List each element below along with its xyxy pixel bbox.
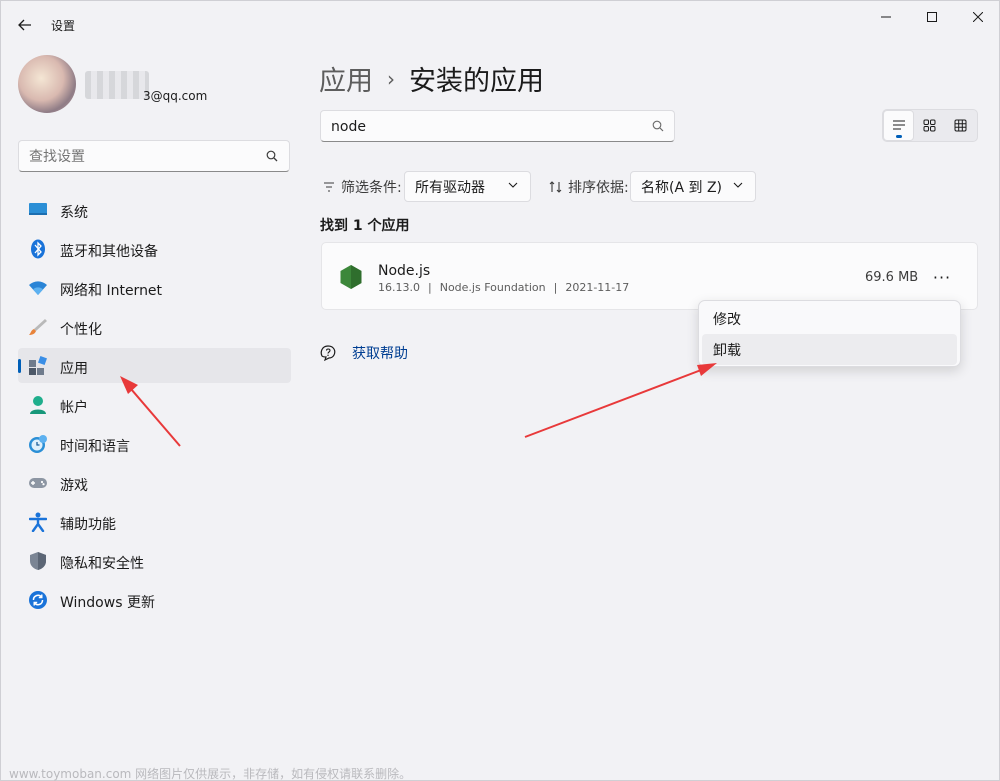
bluetooth-icon xyxy=(28,239,48,259)
chevron-down-icon xyxy=(508,182,518,188)
watermark: www.toymoban.com 网络图片仅供展示，非存储，如有侵权请联系删除。 xyxy=(9,767,412,781)
minimize-icon xyxy=(881,16,891,18)
avatar[interactable] xyxy=(18,55,76,113)
filter-label: 筛选条件: xyxy=(323,177,402,197)
meta-separator: | xyxy=(428,281,432,294)
tile-view-button[interactable] xyxy=(945,110,976,141)
sort-icon xyxy=(549,181,562,193)
app-install-date: 2021-11-17 xyxy=(565,281,630,294)
wifi-icon xyxy=(28,278,48,298)
sidebar-item-system[interactable]: 系统 xyxy=(18,192,291,227)
breadcrumb: 应用 › 安装的应用 xyxy=(319,59,544,98)
menu-item-uninstall[interactable]: 卸载 xyxy=(702,334,957,365)
sidebar-item-label: 隐私和安全性 xyxy=(60,556,144,572)
app-publisher: Node.js Foundation xyxy=(439,281,546,294)
close-icon xyxy=(973,12,983,22)
title-bar: 设置 xyxy=(1,1,999,47)
sidebar-item-apps[interactable]: 应用 xyxy=(18,348,291,383)
sidebar-item-label: 游戏 xyxy=(60,478,88,494)
app-search-box[interactable] xyxy=(320,110,675,142)
sidebar-item-label: 网络和 Internet xyxy=(60,283,163,299)
help-icon xyxy=(320,345,336,362)
shield-icon xyxy=(28,551,48,571)
window-title: 设置 xyxy=(51,19,76,33)
filter-label-text: 筛选条件: xyxy=(341,180,402,196)
settings-search-box[interactable] xyxy=(18,140,290,172)
results-count: 找到 1 个应用 xyxy=(320,218,410,234)
profile-email: 3@qq.com xyxy=(143,89,208,103)
sidebar-item-label: Windows 更新 xyxy=(60,595,155,611)
view-mode-toggle xyxy=(882,109,978,142)
sidebar-item-gaming[interactable]: 游戏 xyxy=(18,465,291,500)
settings-window: 设置 3@qq.com 系统 蓝牙和其他设备 网络和 Internet xyxy=(0,0,1000,781)
sidebar-item-label: 系统 xyxy=(60,205,88,221)
menu-item-modify[interactable]: 修改 xyxy=(702,303,957,334)
sidebar-item-time-language[interactable]: 时间和语言 xyxy=(18,426,291,461)
close-button[interactable] xyxy=(955,5,1000,29)
account-icon xyxy=(28,395,48,415)
sidebar-item-bluetooth[interactable]: 蓝牙和其他设备 xyxy=(18,231,291,266)
brush-icon xyxy=(28,317,48,337)
sort-dropdown[interactable]: 名称(A 到 Z) xyxy=(630,171,756,202)
get-help-link[interactable]: 获取帮助 xyxy=(320,343,408,363)
search-icon xyxy=(266,150,278,162)
sidebar-item-label: 蓝牙和其他设备 xyxy=(60,244,158,260)
sort-label-text: 排序依据: xyxy=(568,180,629,196)
sidebar-item-label: 个性化 xyxy=(60,322,102,338)
back-arrow-icon xyxy=(18,19,31,31)
chevron-down-icon xyxy=(733,182,743,188)
grid-view-icon xyxy=(923,119,936,132)
meta-separator: | xyxy=(553,281,558,294)
maximize-icon xyxy=(927,12,937,22)
sort-dropdown-value: 名称(A 到 Z) xyxy=(641,179,722,196)
list-view-button[interactable] xyxy=(883,110,914,141)
app-size: 69.6 MB xyxy=(865,270,919,285)
get-help-label: 获取帮助 xyxy=(352,346,408,362)
sidebar-item-accounts[interactable]: 帐户 xyxy=(18,387,291,422)
app-context-menu: 修改 卸载 xyxy=(698,300,961,367)
app-search-input[interactable] xyxy=(331,117,631,137)
sidebar-item-personalization[interactable]: 个性化 xyxy=(18,309,291,344)
search-icon xyxy=(652,120,664,132)
app-name: Node.js xyxy=(378,263,431,279)
app-details: 16.13.0 | Node.js Foundation | 2021-11-1… xyxy=(378,281,629,294)
breadcrumb-parent[interactable]: 应用 xyxy=(319,59,373,98)
sidebar-item-windows-update[interactable]: Windows 更新 xyxy=(18,582,291,617)
sidebar-item-label: 应用 xyxy=(60,361,88,377)
breadcrumb-separator: › xyxy=(387,66,395,91)
back-button[interactable] xyxy=(11,11,39,39)
profile-name-blurred xyxy=(85,71,149,99)
sort-label: 排序依据: xyxy=(549,177,629,197)
accessibility-icon xyxy=(28,512,48,532)
settings-search-input[interactable] xyxy=(29,147,254,167)
filter-dropdown-value: 所有驱动器 xyxy=(415,179,485,196)
sidebar-item-accessibility[interactable]: 辅助功能 xyxy=(18,504,291,539)
system-icon xyxy=(28,200,48,220)
list-view-icon xyxy=(892,120,905,129)
time-language-icon xyxy=(28,434,48,454)
gamepad-icon xyxy=(28,473,48,493)
update-icon xyxy=(28,590,48,610)
page-title: 安装的应用 xyxy=(409,66,544,97)
more-options-button[interactable]: ··· xyxy=(927,263,957,291)
nodejs-icon xyxy=(340,265,362,289)
sidebar-item-label: 时间和语言 xyxy=(60,439,130,455)
sidebar-item-privacy[interactable]: 隐私和安全性 xyxy=(18,543,291,578)
app-version: 16.13.0 xyxy=(378,281,420,294)
apps-icon xyxy=(28,356,48,376)
minimize-button[interactable] xyxy=(863,5,909,29)
filter-icon xyxy=(324,182,334,192)
maximize-button[interactable] xyxy=(909,5,955,29)
tile-view-icon xyxy=(954,119,967,132)
annotation-arrow-uninstall xyxy=(524,363,717,438)
grid-view-button[interactable] xyxy=(914,110,945,141)
sidebar-nav: 系统 蓝牙和其他设备 网络和 Internet 个性化 应用 帐户 时间和语言 xyxy=(18,192,291,621)
filter-dropdown[interactable]: 所有驱动器 xyxy=(404,171,531,202)
sidebar-item-label: 帐户 xyxy=(60,400,88,416)
sidebar-item-label: 辅助功能 xyxy=(60,517,116,533)
active-indicator xyxy=(18,359,21,373)
sidebar-item-network[interactable]: 网络和 Internet xyxy=(18,270,291,305)
